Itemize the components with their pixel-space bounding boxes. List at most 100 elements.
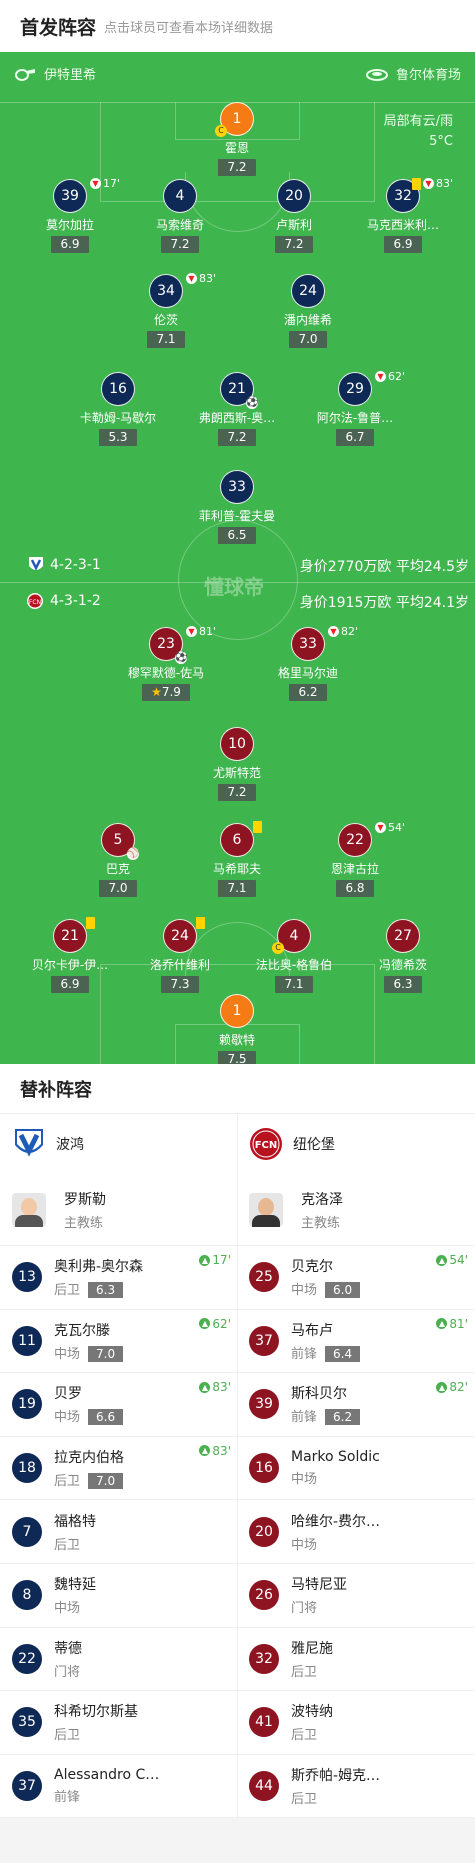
- player-number: 16: [101, 372, 135, 406]
- sub-on-event: ▲ 54': [436, 1253, 468, 1267]
- away-coach-row[interactable]: 克洛泽 主教练: [237, 1174, 474, 1246]
- weather-text: 局部有云/雨: [383, 114, 453, 129]
- away-formation: FCN 4-3-1-2: [26, 592, 101, 610]
- sub-player-rating: 6.3: [88, 1282, 124, 1299]
- sub-player-row[interactable]: 8 魏特延 中场: [0, 1564, 237, 1628]
- sub-off-icon: ▼: [186, 626, 197, 637]
- player-away-4[interactable]: 4C 法比奥-格鲁伯 7.1: [234, 919, 354, 993]
- player-number: 33: [291, 627, 325, 661]
- home-formation-text: 4-2-3-1: [50, 557, 101, 573]
- player-home-34[interactable]: 34 ▼ 83' 伦茨 7.1: [106, 272, 226, 348]
- player-away-6[interactable]: 6 马希耶夫 7.1: [177, 821, 297, 897]
- sub-on-event: ▲ 82': [436, 1380, 468, 1394]
- sub-player-position-row: 后卫: [54, 1724, 138, 1743]
- sub-off-icon: ▼: [375, 822, 386, 833]
- sub-event: ▼ 54': [375, 821, 405, 834]
- sub-player-row[interactable]: 41 波特纳 后卫: [237, 1691, 474, 1755]
- player-number: 23 ⚽: [149, 627, 187, 664]
- player-home-39[interactable]: 39 ▼ 17' 莫尔加拉 6.9: [10, 177, 130, 253]
- player-away-5[interactable]: 5 ⚾ 巴克 7.0: [58, 823, 178, 897]
- goal-ball-icon: ⚽: [246, 397, 259, 409]
- sub-off-icon: ▼: [328, 626, 339, 637]
- stadium-icon: [365, 68, 388, 81]
- bochum-logo-icon: [15, 1129, 43, 1157]
- player-away-27[interactable]: 27 冯德希茨 6.3: [343, 919, 463, 993]
- home-team-row[interactable]: 波鸿: [0, 1114, 237, 1174]
- sub-player-row[interactable]: 20 哈维尔-费尔… 中场: [237, 1500, 474, 1564]
- sub-player-number: 19: [12, 1389, 42, 1420]
- sub-on-icon: ▲: [199, 1381, 211, 1393]
- player-home-24[interactable]: 24 潘内维希 7.0: [248, 274, 368, 348]
- player-number: 24: [163, 919, 197, 953]
- sub-player-row[interactable]: 16 Marko Soldic 中场: [237, 1437, 474, 1501]
- yellow-card-icon: [196, 917, 205, 929]
- player-home-32[interactable]: 32 ▼ 83' 马克西米利… 6.9: [343, 177, 463, 253]
- sub-player-position-row: 门将: [54, 1661, 82, 1680]
- sub-player-number: 32: [249, 1643, 279, 1674]
- sub-player-row[interactable]: 11 克瓦尔滕 中场 7.0 ▲ 62': [0, 1310, 237, 1374]
- home-coach-row[interactable]: 罗斯勒 主教练: [0, 1174, 237, 1246]
- sub-player-row[interactable]: 7 福格特 后卫: [0, 1500, 237, 1564]
- player-number: 21: [53, 919, 87, 953]
- player-away-gk[interactable]: 1 赖歇特 7.5: [177, 994, 297, 1064]
- sub-player-row[interactable]: 18 拉克内伯格 后卫 7.0 ▲ 83': [0, 1437, 237, 1501]
- player-home-16[interactable]: 16 卡勒姆-马歇尔 5.3: [58, 372, 178, 446]
- player-away-23[interactable]: 23 ⚽ ▼ 81' 穆罕默德-佐马 ★7.9: [106, 625, 226, 701]
- captain-icon: C: [272, 942, 284, 954]
- player-away-21[interactable]: 21 贝尔卡伊-伊… 6.9: [10, 917, 130, 993]
- sub-off-icon: ▼: [90, 178, 101, 189]
- player-away-22[interactable]: 22 ▼ 54' 恩津古拉 6.8: [295, 821, 415, 897]
- sub-player-position-row: 后卫: [291, 1788, 380, 1807]
- player-name: 卢斯利: [275, 218, 312, 232]
- sub-player-name: 波特纳: [291, 1704, 333, 1721]
- player-home-gk[interactable]: 1C 霍恩 7.2: [177, 102, 297, 176]
- player-rating: 6.8: [336, 880, 374, 897]
- sub-player-position: 后卫: [291, 1792, 318, 1808]
- sub-player-row[interactable]: 35 科希切尔斯基 后卫: [0, 1691, 237, 1755]
- stadium-info: 鲁尔体育场: [365, 64, 461, 83]
- sub-player-row[interactable]: 37 马布卢 前锋 6.4 ▲ 81': [237, 1310, 474, 1374]
- player-away-10[interactable]: 10 尤斯特范 7.2: [177, 727, 297, 801]
- player-name: 穆罕默德-佐马: [127, 666, 205, 680]
- sub-player-row[interactable]: 26 马特尼亚 门将: [237, 1564, 474, 1628]
- sub-player-position: 中场: [54, 1346, 81, 1362]
- player-home-20[interactable]: 20 卢斯利 7.2: [234, 179, 354, 253]
- sub-player-position: 后卫: [54, 1537, 81, 1553]
- player-away-24[interactable]: 24 洛乔什维利 7.3: [120, 917, 240, 993]
- sub-player-number: 11: [12, 1325, 42, 1356]
- yellow-card-icon: [412, 177, 421, 190]
- sub-event: ▼ 82': [328, 625, 358, 638]
- player-name: 马克西米利…: [366, 218, 439, 232]
- sub-player-name: 马布卢: [291, 1322, 333, 1339]
- player-number: 29: [338, 372, 372, 406]
- away-team-row[interactable]: FCN 纽伦堡: [237, 1114, 474, 1174]
- player-name: 冯德希茨: [378, 958, 427, 972]
- sub-player-row[interactable]: 25 贝克尔 中场 6.0 ▲ 54': [237, 1246, 474, 1310]
- player-away-33[interactable]: 33 ▼ 82' 格里马尔迪 6.2: [248, 625, 368, 701]
- sub-event: ▼ 62': [375, 370, 405, 383]
- sub-player-position: 前锋: [291, 1346, 318, 1362]
- sub-player-name: 斯科贝尔: [291, 1386, 347, 1403]
- sub-player-row[interactable]: 44 斯乔帕-姆克… 后卫: [237, 1755, 474, 1819]
- sub-player-row[interactable]: 22 蒂德 门将: [0, 1628, 237, 1692]
- player-name: 莫尔加拉: [45, 218, 94, 232]
- player-home-4[interactable]: 4 马索维奇 7.2: [120, 179, 240, 253]
- player-home-33[interactable]: 33 菲利普-霍夫曼 6.5: [177, 470, 297, 544]
- sub-player-row[interactable]: 39 斯科贝尔 前锋 6.2 ▲ 82': [237, 1373, 474, 1437]
- player-number: 22: [338, 823, 372, 857]
- sub-player-position: 门将: [54, 1664, 81, 1680]
- sub-player-row[interactable]: 32 雅尼施 后卫: [237, 1628, 474, 1692]
- player-number: 34: [149, 274, 183, 308]
- sub-player-name: 拉克内伯格: [54, 1450, 124, 1467]
- sub-player-position-row: 后卫: [291, 1724, 333, 1743]
- sub-player-position: 中场: [54, 1410, 81, 1426]
- player-name: 法比奥-格鲁伯: [255, 958, 333, 972]
- subs-title: 替补阵容: [0, 1064, 475, 1114]
- sub-player-row[interactable]: 13 奥利弗-奥尔森 后卫 6.3 ▲ 17': [0, 1246, 237, 1310]
- sub-player-row[interactable]: 19 贝罗 中场 6.6 ▲ 83': [0, 1373, 237, 1437]
- player-name: 马希耶夫: [212, 862, 261, 876]
- whistle-icon: [15, 68, 35, 81]
- player-home-29[interactable]: 29 ▼ 62' 阿尔法-鲁普… 6.7: [295, 370, 415, 446]
- sub-player-row[interactable]: 37 Alessandro C… 前锋: [0, 1755, 237, 1819]
- player-home-21[interactable]: 21 ⚽ 弗朗西斯-奥… 7.2: [177, 372, 297, 446]
